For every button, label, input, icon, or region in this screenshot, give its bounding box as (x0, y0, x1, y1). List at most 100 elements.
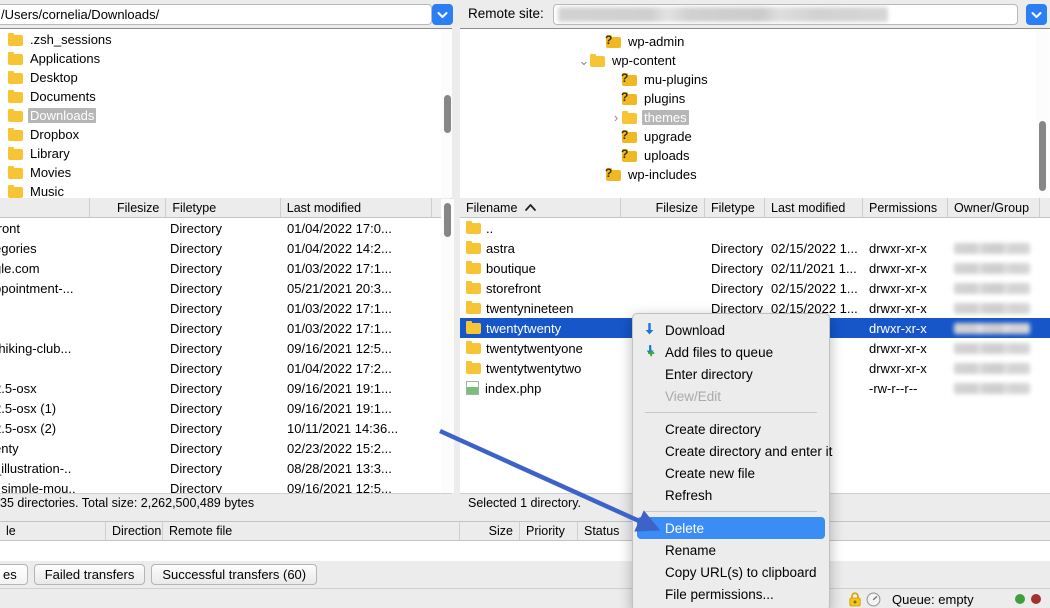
local-list-row[interactable]: Directory01/03/2022 17:1... (0, 298, 452, 318)
local-tree-item[interactable]: .zsh_sessions (0, 30, 452, 49)
twisty-expanded-icon[interactable]: ⌄ (578, 54, 590, 68)
context-menu-item[interactable]: Create new file (633, 462, 829, 484)
local-list-row[interactable]: Directory01/03/2022 17:1... (0, 318, 452, 338)
context-menu-item[interactable]: File permissions... (633, 583, 829, 605)
local-tree-item[interactable]: Applications (0, 49, 452, 68)
remote-site-input[interactable] (553, 4, 1018, 25)
local-list-column-headers[interactable]: Filesize Filetype Last modified (0, 198, 452, 218)
local-list-row[interactable]: -hiking-club...Directory09/16/2021 12:5.… (0, 338, 452, 358)
remote-cell-filetype: Directory (705, 261, 765, 276)
queue-column-headers[interactable]: le Direction Remote file Size Priority S… (0, 521, 1050, 541)
add-to-queue-icon (643, 345, 665, 359)
context-menu-item[interactable]: Refresh (633, 484, 829, 506)
local-list-row[interactable]: 2.5-osx (2)Directory10/11/2021 14:36... (0, 418, 452, 438)
folder-icon (8, 186, 23, 198)
twisty-collapsed-icon[interactable]: › (610, 108, 622, 127)
local-list-row[interactable]: 2.5-osx (1)Directory09/16/2021 19:1... (0, 398, 452, 418)
local-tree-item[interactable]: Music (0, 182, 452, 198)
local-list-row[interactable]: _illustration-..Directory08/28/2021 13:3… (0, 458, 452, 478)
queue-col-size[interactable]: Size (460, 521, 520, 541)
local-list-row[interactable]: egoriesDirectory01/04/2022 14:2... (0, 238, 452, 258)
local-path-input[interactable]: /Users/cornelia/Downloads/ (0, 4, 432, 25)
remote-list-row[interactable]: boutiqueDirectory02/11/2021 1...drwxr-xr… (460, 258, 1050, 278)
queue-col-priority[interactable]: Priority (520, 521, 578, 541)
remote-tree-item-label: themes (642, 110, 689, 125)
context-menu-item[interactable]: Copy URL(s) to clipboard (633, 561, 829, 583)
local-col-filetype[interactable]: Filetype (166, 198, 280, 218)
context-menu-item[interactable]: Delete (637, 517, 825, 539)
local-col-modified[interactable]: Last modified (281, 198, 432, 218)
remote-list-column-headers[interactable]: Filename Filesize Filetype Last modified… (460, 198, 1050, 218)
remote-col-modified[interactable]: Last modified (765, 198, 863, 218)
remote-owner-redacted (954, 283, 1030, 294)
remote-tree-scrollbar-thumb[interactable] (1039, 121, 1046, 191)
local-col-filename[interactable] (0, 198, 90, 218)
remote-tree-item[interactable]: plugins (460, 89, 1050, 108)
local-path-dropdown-button[interactable] (432, 4, 453, 25)
local-list-scrollbar[interactable] (441, 199, 454, 493)
local-file-list[interactable]: frontDirectory01/04/2022 17:0...egoriesD… (0, 218, 452, 493)
remote-tree-item[interactable]: uploads (460, 146, 1050, 165)
remote-tree-scrollbar[interactable] (1036, 29, 1049, 198)
context-menu-item[interactable]: Create directory (633, 418, 829, 440)
local-list-scrollbar-thumb[interactable] (444, 203, 451, 237)
remote-cell-permissions: drwxr-xr-x (863, 321, 948, 336)
context-menu-item[interactable]: Add files to queue (633, 341, 829, 363)
remote-list-row[interactable]: storefrontDirectory02/15/2022 1...drwxr-… (460, 278, 1050, 298)
local-tree-item[interactable]: Desktop (0, 68, 452, 87)
queue-tab[interactable]: es (0, 564, 28, 585)
speed-gauge-icon[interactable] (866, 592, 881, 608)
remote-tree-item[interactable]: upgrade (460, 127, 1050, 146)
remote-tree-item[interactable]: › themes (460, 108, 1050, 127)
local-list-row[interactable]: _simple-mou..Directory09/16/2021 12:5... (0, 478, 452, 493)
remote-col-filename-label: Filename (466, 201, 517, 215)
queue-col-localfile[interactable]: le (0, 521, 106, 541)
local-tree-item[interactable]: Dropbox (0, 125, 452, 144)
remote-cell-name-label: storefront (486, 281, 541, 296)
remote-site-dropdown-button[interactable] (1026, 4, 1047, 25)
local-tree-item-label: Applications (28, 51, 102, 66)
remote-list-row[interactable]: .. (460, 218, 1050, 238)
local-directory-tree[interactable]: .zsh_sessions Applications DesktopDocument… (0, 28, 452, 198)
local-col-modified-label: Last modified (287, 201, 361, 215)
context-menu-item[interactable]: Create directory and enter it (633, 440, 829, 462)
local-list-row[interactable]: Directory01/04/2022 17:2... (0, 358, 452, 378)
remote-col-permissions[interactable]: Permissions (863, 198, 948, 218)
remote-tree-item[interactable]: wp-admin (460, 32, 1050, 51)
local-list-row[interactable]: gle.comDirectory01/03/2022 17:1... (0, 258, 452, 278)
queue-col-direction[interactable]: Direction (106, 521, 163, 541)
local-list-row[interactable]: entyDirectory02/23/2022 15:2... (0, 438, 452, 458)
local-list-row[interactable]: frontDirectory01/04/2022 17:0... (0, 218, 452, 238)
queue-list[interactable] (0, 541, 1050, 561)
remote-list-row[interactable]: astraDirectory02/15/2022 1...drwxr-xr-x (460, 238, 1050, 258)
remote-cell-name: astra (460, 241, 621, 256)
context-menu-item[interactable]: Download (633, 319, 829, 341)
queue-tab-label: es (3, 567, 17, 582)
panel-divider-vertical[interactable] (452, 28, 460, 198)
local-tree-item[interactable]: Documents (0, 87, 452, 106)
queue-tab[interactable]: Failed transfers (34, 564, 146, 585)
remote-tree-item[interactable]: wp-includes (460, 165, 1050, 184)
local-tree-scrollbar-thumb[interactable] (444, 95, 451, 133)
local-cell-modified: 01/04/2022 17:2... (281, 361, 436, 376)
remote-directory-tree[interactable]: wp-admin⌄wp-contentmu-pluginsplugins› the… (460, 28, 1050, 198)
remote-tree-item[interactable]: mu-plugins (460, 70, 1050, 89)
context-menu-item[interactable]: Rename (633, 539, 829, 561)
local-tree-item[interactable]: Library (0, 144, 452, 163)
local-list-row[interactable]: 2.5-osxDirectory09/16/2021 19:1... (0, 378, 452, 398)
local-tree-item[interactable]: Downloads (0, 106, 452, 125)
local-tree-item[interactable]: Movies (0, 163, 452, 182)
local-list-row[interactable]: ppointment-...Directory05/21/2021 20:3..… (0, 278, 452, 298)
remote-col-filesize[interactable]: Filesize (621, 198, 705, 218)
remote-file-context-menu[interactable]: DownloadAdd files to queueEnter director… (632, 313, 830, 608)
padlock-icon[interactable] (848, 592, 862, 608)
remote-col-filename[interactable]: Filename (460, 198, 621, 218)
queue-col-remotefile[interactable]: Remote file (163, 521, 460, 541)
context-menu-item[interactable]: Enter directory (633, 363, 829, 385)
remote-tree-item[interactable]: ⌄wp-content (460, 51, 1050, 70)
remote-col-owner[interactable]: Owner/Group (948, 198, 1040, 218)
remote-col-filetype[interactable]: Filetype (705, 198, 765, 218)
queue-tab[interactable]: Successful transfers (60) (151, 564, 317, 585)
local-cell-name: 2.5-osx (0, 381, 86, 396)
local-col-filesize[interactable]: Filesize (90, 198, 166, 218)
